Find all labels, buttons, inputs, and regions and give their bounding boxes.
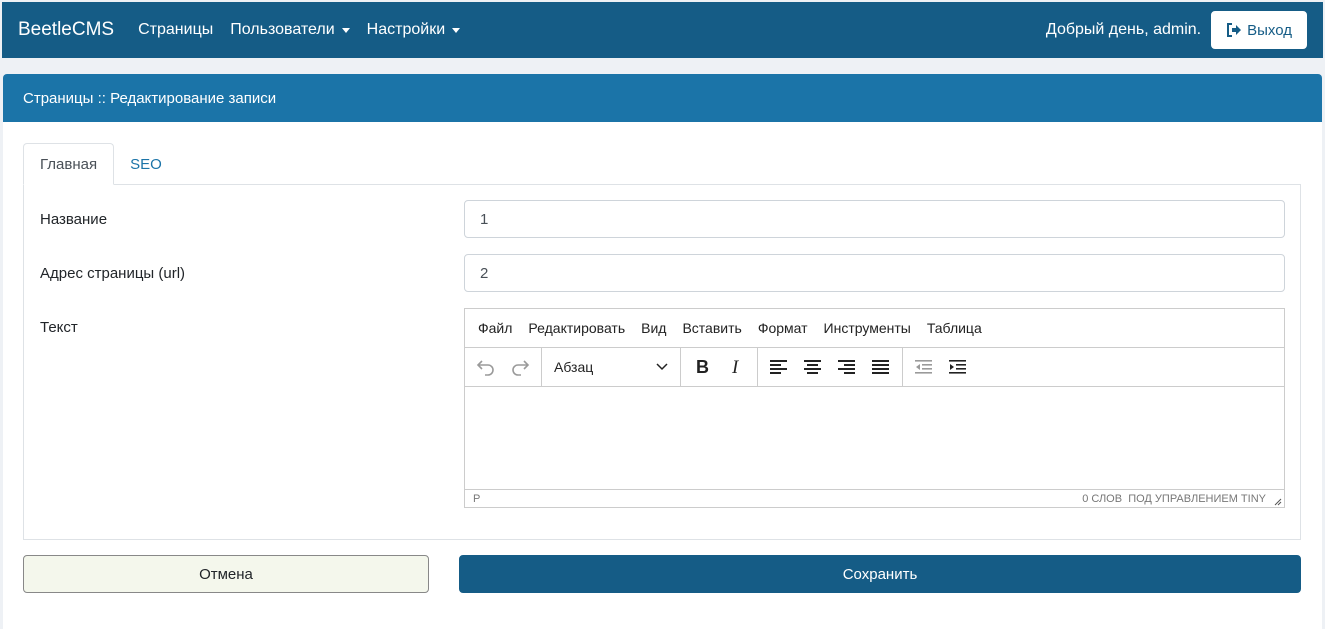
tab-bar: Главная SEO [23, 143, 178, 185]
svg-text:I: I [731, 358, 740, 376]
powered-by-link[interactable]: ПОД УПРАВЛЕНИЕМ TINY [1128, 493, 1266, 505]
tab-main[interactable]: Главная [23, 143, 115, 185]
align-right-icon [838, 360, 855, 374]
menu-view[interactable]: Вид [633, 320, 674, 336]
align-justify-button[interactable] [864, 352, 898, 382]
undo-button[interactable] [469, 352, 503, 382]
align-center-icon [804, 360, 821, 374]
indent-icon [949, 360, 966, 374]
resize-handle-icon[interactable] [1274, 498, 1282, 506]
logout-label: Выход [1247, 21, 1292, 39]
url-label: Адрес страницы (url) [40, 265, 186, 282]
indent-group [903, 348, 979, 386]
align-justify-icon [872, 360, 889, 374]
nav-link-pages[interactable]: Страницы [138, 21, 213, 39]
redo-button[interactable] [503, 352, 537, 382]
editor-statusbar: P 0 СЛОВ ПОД УПРАВЛЕНИЕМ TINY [465, 489, 1284, 507]
cancel-button[interactable]: Отмена [23, 555, 429, 593]
indent-button[interactable] [941, 352, 975, 382]
align-center-button[interactable] [796, 352, 830, 382]
nav-link-settings[interactable]: Настройки [366, 21, 461, 39]
tab-content: Название 1 Адрес страницы (url) 2 Текст … [23, 184, 1301, 540]
svg-text:B: B [696, 358, 709, 376]
style-group: B I [681, 348, 758, 386]
menu-file[interactable]: Файл [470, 320, 520, 336]
align-group [758, 348, 903, 386]
menu-table[interactable]: Таблица [919, 320, 990, 336]
tab-seo[interactable]: SEO [114, 143, 178, 185]
edit-panel: Страницы :: Редактирование записи Главна… [3, 74, 1322, 629]
menu-tools[interactable]: Инструменты [816, 320, 919, 336]
name-input[interactable]: 1 [464, 200, 1285, 238]
tab-main-label: Главная [40, 155, 98, 173]
italic-button[interactable]: I [719, 352, 753, 382]
sign-out-icon [1227, 23, 1242, 37]
url-input-value: 2 [480, 264, 489, 282]
element-path[interactable]: P [473, 493, 480, 505]
redo-icon [512, 360, 530, 376]
nav-link-users[interactable]: Пользователи [230, 21, 350, 39]
nav-right: Добрый день, admin. Выход [1046, 11, 1307, 49]
panel-header: Страницы :: Редактирование записи [3, 74, 1322, 122]
undo-icon [476, 360, 494, 376]
outdent-button[interactable] [907, 352, 941, 382]
menu-edit[interactable]: Редактировать [520, 320, 633, 336]
brand-logo[interactable]: BeetleCMS [18, 19, 114, 41]
menu-insert[interactable]: Вставить [674, 320, 749, 336]
cancel-label: Отмена [199, 565, 253, 583]
tab-seo-label: SEO [130, 155, 162, 173]
greeting-text: Добрый день, admin. [1045, 21, 1202, 38]
nav-link-users-label: Пользователи [230, 21, 335, 38]
editor-toolbar: Абзац B I [465, 348, 1284, 387]
bold-button[interactable]: B [685, 352, 719, 382]
text-label: Текст [40, 319, 78, 336]
align-right-button[interactable] [830, 352, 864, 382]
chevron-down-icon [656, 363, 668, 371]
caret-down-icon [452, 27, 461, 33]
history-group [465, 348, 542, 386]
editor-content-area[interactable] [465, 387, 1284, 489]
menu-format[interactable]: Формат [750, 320, 816, 336]
top-navbar: BeetleCMS Страницы Пользователи Настройк… [2, 2, 1323, 58]
align-left-button[interactable] [762, 352, 796, 382]
word-count-text: 0 СЛОВ [1082, 492, 1123, 505]
panel-title: Страницы :: Редактирование записи [23, 89, 277, 107]
name-label: Название [40, 211, 108, 228]
logout-button[interactable]: Выход [1211, 11, 1307, 49]
url-input[interactable]: 2 [464, 254, 1285, 292]
word-count: 0 СЛОВ ПОД УПРАВЛЕНИЕМ TINY [1082, 493, 1266, 505]
bold-icon: B [696, 358, 709, 376]
block-format-select[interactable]: Абзац [546, 352, 676, 382]
save-button[interactable]: Сохранить [459, 555, 1301, 593]
block-format-value: Абзац [554, 359, 594, 375]
outdent-icon [915, 360, 932, 374]
save-label: Сохранить [842, 565, 918, 583]
editor-menubar: Файл Редактировать Вид Вставить Формат И… [465, 309, 1284, 348]
caret-down-icon [341, 27, 350, 33]
format-group: Абзац [542, 348, 681, 386]
name-input-value: 1 [480, 210, 489, 228]
nav-link-pages-label: Страницы [138, 21, 214, 38]
rich-text-editor: Файл Редактировать Вид Вставить Формат И… [464, 308, 1285, 508]
italic-icon: I [731, 358, 740, 376]
nav-link-settings-label: Настройки [366, 21, 446, 38]
align-left-icon [770, 360, 787, 374]
